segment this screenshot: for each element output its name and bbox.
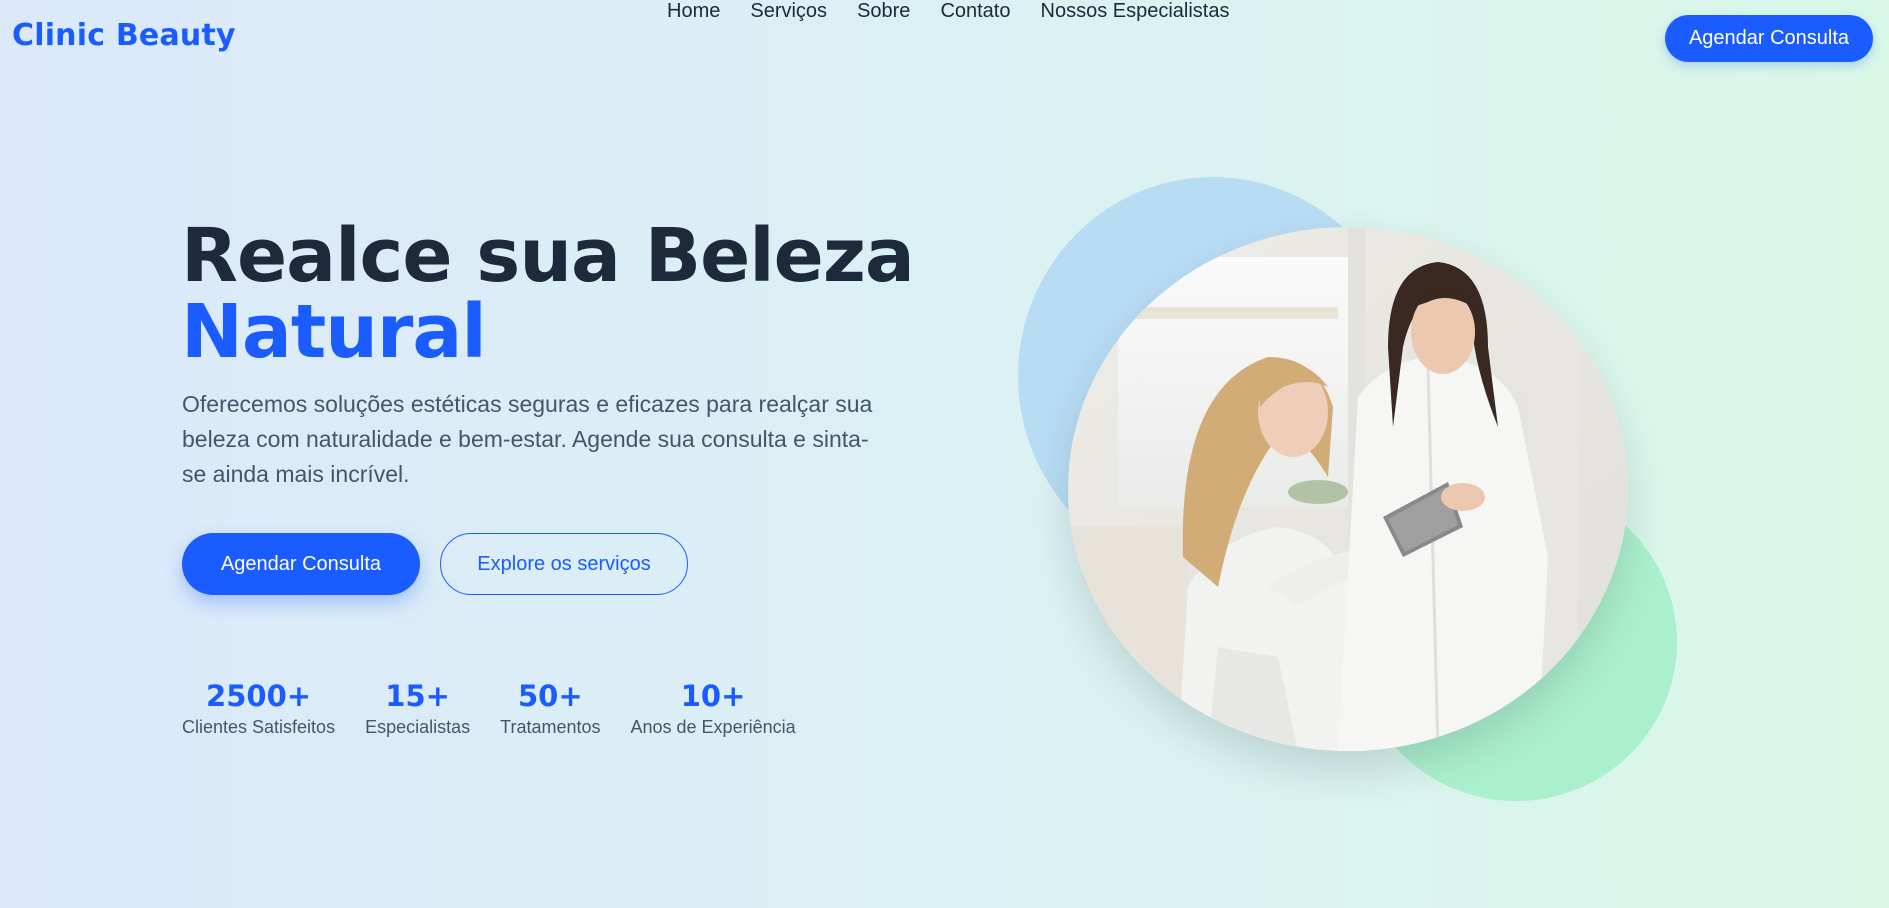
stat-value: 10+ [680,679,746,713]
stat-value: 2500+ [206,679,312,713]
hero-title: Realce sua Beleza Natural [181,218,915,375]
hero-description: Oferecemos soluções estéticas seguras e … [182,391,873,487]
nav-link-especialistas[interactable]: Nossos Especialistas [1041,0,1230,23]
hero-schedule-button[interactable]: Agendar Consulta [182,533,420,595]
stat-label: Tratamentos [500,717,601,737]
clinic-photo-icon [1068,227,1628,751]
hero-title-line1: Realce sua Beleza [181,213,915,299]
nav-link-home[interactable]: Home [667,0,720,23]
stat-value: 50+ [517,679,583,713]
hero-title-accent: Natural [181,289,487,375]
stat-label: Anos de Experiência [630,717,796,737]
stat-item: 50+ Tratamentos [500,677,600,739]
stat-label: Clientes Satisfeitos [182,717,336,737]
nav-link-sobre[interactable]: Sobre [857,0,910,23]
hero-photo [1068,227,1628,751]
nav-link-contato[interactable]: Contato [940,0,1010,23]
stat-item: 10+ Anos de Experiência [631,677,796,739]
stats-row: 2500+ Clientes Satisfeitos 15+ Especiali… [182,677,796,739]
nav-link-servicos[interactable]: Serviços [750,0,827,23]
explore-services-button[interactable]: Explore os serviços [440,533,688,595]
stat-label: Especialistas [365,717,471,737]
stat-item: 2500+ Clientes Satisfeitos [182,677,335,739]
stat-value: 15+ [385,679,450,713]
stat-item: 15+ Especialistas [365,677,470,739]
header-schedule-button[interactable]: Agendar Consulta [1665,15,1873,62]
logo[interactable]: Clinic Beauty [12,18,236,53]
